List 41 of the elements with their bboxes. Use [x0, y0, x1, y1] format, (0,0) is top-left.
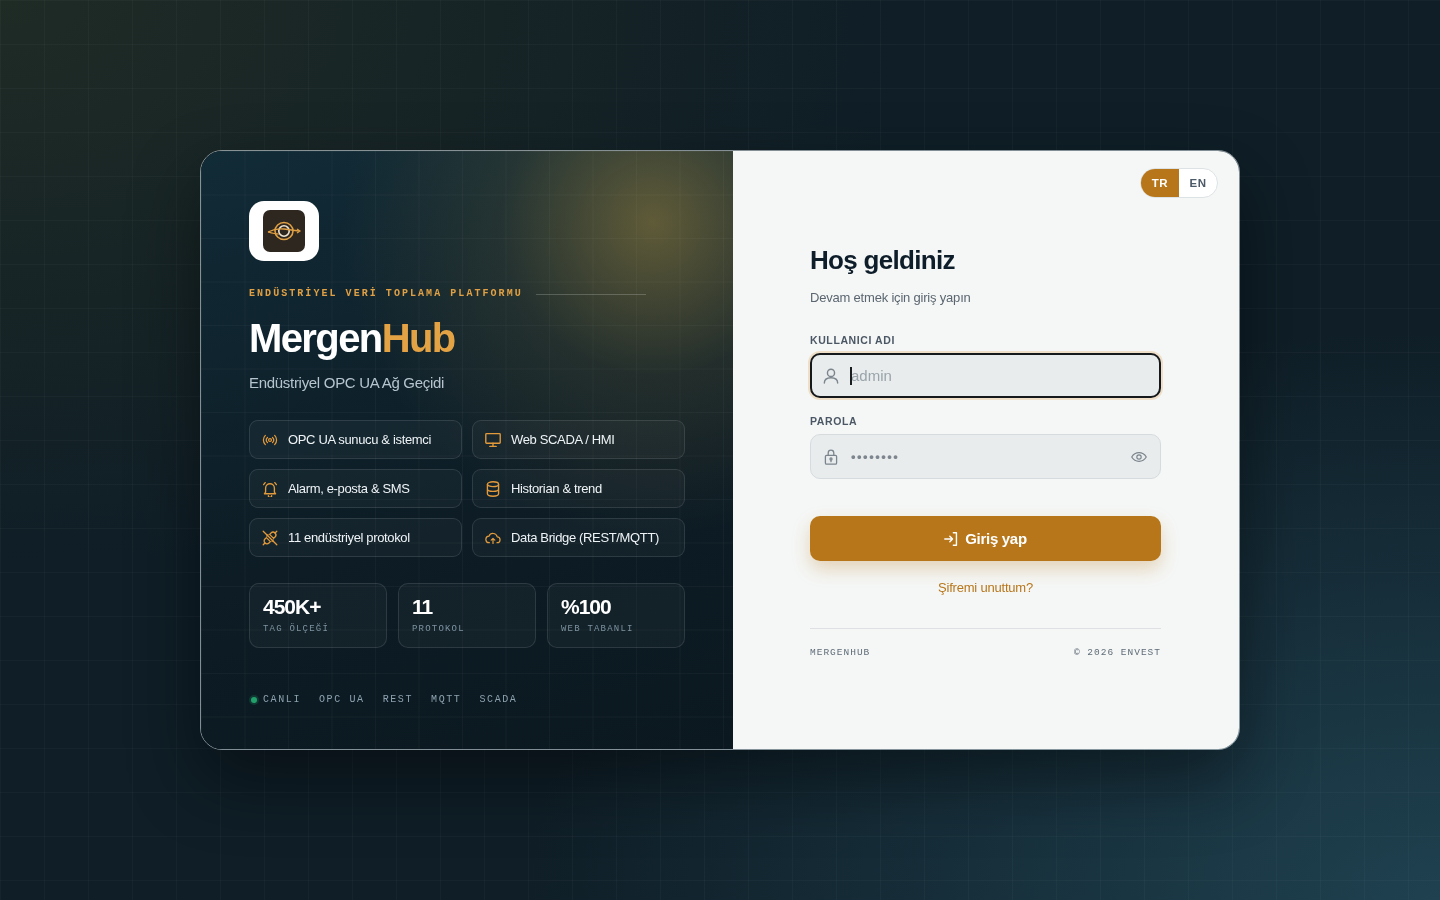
- brand-title: MergenHub: [249, 315, 456, 361]
- username-field[interactable]: admin: [810, 353, 1161, 398]
- user-icon: [823, 367, 839, 384]
- text-cursor: [850, 367, 852, 385]
- password-field[interactable]: ••••••••: [810, 434, 1161, 479]
- feature-label: 11 endüstriyel protokol: [288, 530, 410, 545]
- protocol-label: MQTT: [431, 693, 462, 707]
- field-label: PAROLA: [810, 414, 859, 428]
- stat-value: 11: [412, 595, 433, 619]
- stat-label: WEB TABANLI: [561, 623, 634, 635]
- login-button[interactable]: Giriş yap: [810, 516, 1161, 561]
- unplugged-icon: [262, 529, 278, 546]
- app-logo-icon: [249, 201, 319, 261]
- protocol-label: SCADA: [479, 693, 518, 707]
- stat-label: TAG ÖLÇEĞİ: [263, 623, 329, 635]
- protocol-label: REST: [382, 693, 414, 707]
- database-icon: [485, 480, 501, 497]
- tagline: ENDÜSTRİYEL VERİ TOPLAMA PLATFORMU: [249, 287, 523, 301]
- copyright-text: © 2026 ENVEST: [1073, 647, 1161, 659]
- stat-value: 450K+: [263, 595, 321, 619]
- lock-icon: [823, 448, 839, 465]
- language-option[interactable]: EN: [1179, 169, 1217, 197]
- feature-label: Historian & trend: [511, 481, 602, 496]
- bell-icon: [262, 480, 278, 497]
- field-label: KULLANICI ADI: [810, 333, 896, 347]
- stat-value: %100: [561, 595, 611, 619]
- sign-in-icon: [944, 531, 959, 546]
- feature-label: Alarm, e-posta & SMS: [288, 481, 410, 496]
- feature-label: OPC UA sunucu & istemci: [288, 432, 431, 447]
- monitor-icon: [485, 431, 501, 448]
- stat-label: PROTOKOL: [412, 623, 465, 635]
- welcome-subtitle: Devam etmek için giriş yapın: [810, 289, 972, 307]
- welcome-title: Hoş geldiniz: [810, 244, 956, 277]
- language-option[interactable]: TR: [1141, 169, 1179, 197]
- feature-label: Web SCADA / HMI: [511, 432, 615, 447]
- protocol-label: OPC UA: [319, 693, 365, 707]
- forgot-password-link[interactable]: Şifremi unuttum?: [937, 580, 1034, 595]
- brand-subtitle: Endüstriyel OPC UA Ağ Geçidi: [249, 373, 446, 393]
- footer-brand: MERGENHUB: [810, 647, 871, 659]
- status-label: CANLI: [263, 693, 301, 707]
- feature-label: Data Bridge (REST/MQTT): [511, 530, 659, 545]
